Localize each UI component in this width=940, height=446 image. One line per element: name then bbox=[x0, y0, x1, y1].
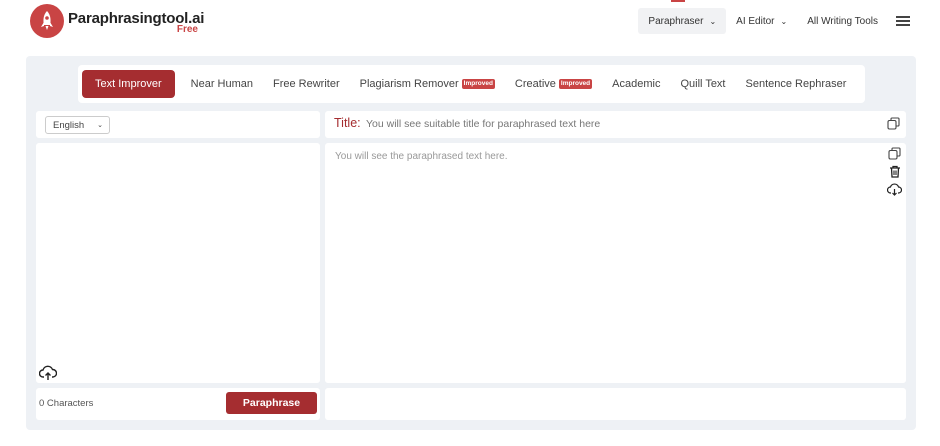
copy-icon[interactable] bbox=[888, 147, 901, 160]
brand-tagline: Free bbox=[176, 24, 198, 35]
tab-near-human[interactable]: Near Human bbox=[181, 70, 263, 98]
nav-label: AI Editor bbox=[736, 15, 775, 27]
output-footer bbox=[325, 388, 906, 420]
language-select[interactable]: English ⌄ bbox=[45, 116, 110, 134]
nav-label: All Writing Tools bbox=[807, 15, 878, 27]
nav-label: Paraphraser bbox=[648, 15, 704, 27]
paraphrase-button[interactable]: Paraphrase bbox=[226, 392, 317, 414]
tab-label: Near Human bbox=[190, 78, 253, 90]
tab-free-rewriter[interactable]: Free Rewriter bbox=[263, 70, 350, 98]
output-actions bbox=[887, 147, 902, 196]
tab-plagiarism-remover[interactable]: Plagiarism Remover Improved bbox=[350, 70, 505, 98]
improved-badge: Improved bbox=[461, 79, 495, 89]
improved-badge: Improved bbox=[558, 79, 593, 89]
tab-label: Text Improver bbox=[95, 78, 162, 90]
title-placeholder: You will see suitable title for paraphra… bbox=[366, 118, 601, 130]
tab-label: Sentence Rephraser bbox=[745, 78, 847, 90]
input-toolbar: English ⌄ bbox=[36, 111, 320, 138]
chevron-down-icon: ⌄ bbox=[709, 16, 717, 26]
cloud-upload-icon[interactable] bbox=[39, 365, 57, 381]
hamburger-icon[interactable] bbox=[896, 16, 910, 26]
nav-paraphraser[interactable]: Paraphraser ⌄ bbox=[638, 8, 727, 34]
language-value: English bbox=[53, 119, 85, 131]
chevron-down-icon: ⌄ bbox=[97, 122, 103, 129]
tab-text-improver[interactable]: Text Improver bbox=[82, 70, 175, 98]
tab-quill-text[interactable]: Quill Text bbox=[670, 70, 735, 98]
tab-label: Quill Text bbox=[680, 78, 726, 90]
output-area[interactable]: You will see the paraphrased text here. bbox=[325, 143, 906, 383]
nav-ai-editor[interactable]: AI Editor ⌄ bbox=[726, 8, 797, 34]
cloud-download-icon[interactable] bbox=[887, 183, 902, 196]
output-placeholder: You will see the paraphrased text here. bbox=[335, 151, 508, 162]
input-textarea[interactable] bbox=[36, 143, 320, 383]
trash-icon[interactable] bbox=[889, 165, 901, 178]
tool-panel: Text Improver Near Human Free Rewriter P… bbox=[26, 56, 916, 430]
logo[interactable]: Paraphrasingtool.ai Free bbox=[30, 4, 204, 38]
tab-academic[interactable]: Academic bbox=[602, 70, 670, 98]
mode-tabs: Text Improver Near Human Free Rewriter P… bbox=[78, 65, 865, 103]
tab-label: Creative bbox=[514, 78, 556, 90]
tab-sentence-rephraser[interactable]: Sentence Rephraser bbox=[736, 70, 857, 98]
tab-creative[interactable]: Creative Improved bbox=[505, 70, 602, 98]
top-nav: Paraphraser ⌄ AI Editor ⌄ All Writing To… bbox=[638, 8, 910, 34]
nav-all-writing-tools[interactable]: All Writing Tools bbox=[797, 8, 888, 34]
chevron-down-icon: ⌄ bbox=[780, 16, 788, 26]
input-footer: 0 Characters Paraphrase bbox=[36, 388, 320, 420]
rocket-icon bbox=[30, 4, 64, 38]
active-nav-indicator bbox=[671, 0, 685, 2]
title-label: Title: bbox=[334, 116, 361, 130]
output-title-bar: Title: You will see suitable title for p… bbox=[325, 111, 906, 138]
tab-label: Free Rewriter bbox=[273, 78, 340, 90]
copy-icon[interactable] bbox=[887, 117, 900, 130]
character-count: 0 Characters bbox=[39, 398, 94, 409]
tab-label: Academic bbox=[612, 78, 661, 90]
header: Paraphrasingtool.ai Free Paraphraser ⌄ A… bbox=[0, 0, 940, 50]
tab-label: Plagiarism Remover bbox=[359, 78, 459, 90]
